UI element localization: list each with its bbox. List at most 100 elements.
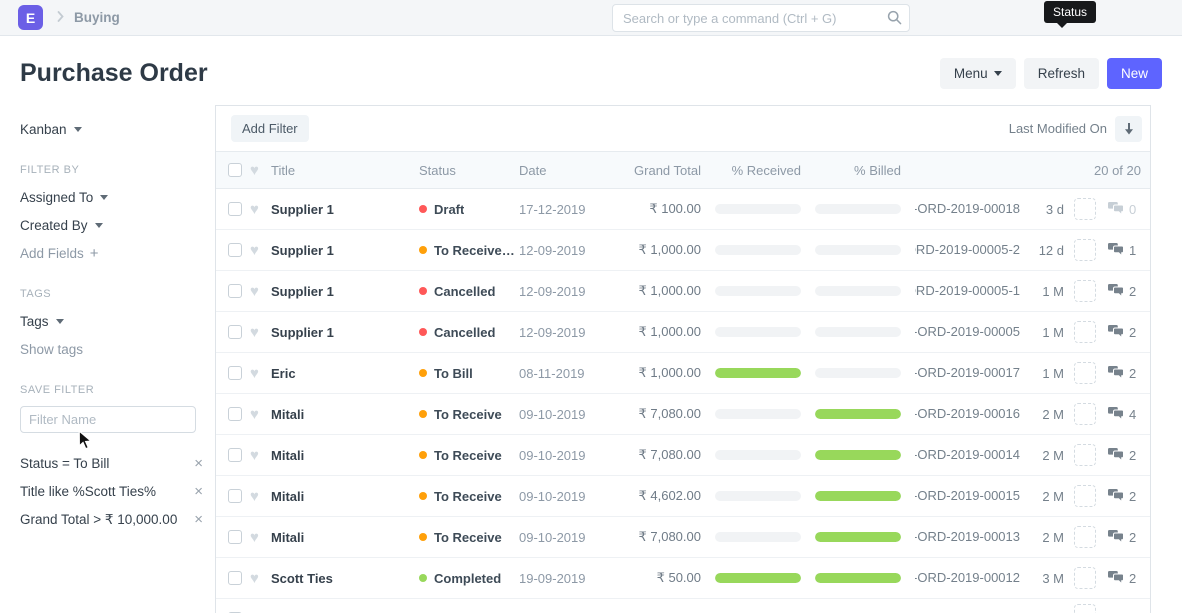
table-row[interactable]: ♥ Mitali To Receive 09-10-2019 ₹ 7,080.0… bbox=[216, 394, 1150, 435]
table-row[interactable]: ♥ Supplier 1 Cancelled 12-09-2019 ₹ 1,00… bbox=[216, 271, 1150, 312]
row-grand-total: ₹ 1,000.00 bbox=[619, 365, 701, 381]
row-date: 08-11-2019 bbox=[519, 366, 619, 381]
heart-icon[interactable]: ♥ bbox=[250, 530, 265, 545]
assign-box[interactable] bbox=[1074, 198, 1096, 220]
row-title[interactable]: Supplier 1 bbox=[271, 202, 419, 217]
row-title[interactable]: Mitali bbox=[271, 407, 419, 422]
row-checkbox[interactable] bbox=[228, 571, 242, 585]
row-checkbox[interactable] bbox=[228, 243, 242, 257]
table-row[interactable]: ♥ Mitali To Receive 09-10-2019 ₹ 7,080.0… bbox=[216, 517, 1150, 558]
row-title[interactable]: Supplier 1 bbox=[271, 284, 419, 299]
app-logo[interactable]: E bbox=[18, 5, 43, 30]
sidebar-item-assigned-to[interactable]: Assigned To bbox=[20, 186, 195, 208]
status-label: To Bill bbox=[434, 366, 473, 381]
comment-count[interactable]: 2 bbox=[1108, 489, 1136, 504]
assign-box[interactable] bbox=[1074, 321, 1096, 343]
filter-chip[interactable]: Status = To Bill× bbox=[20, 455, 203, 472]
assign-box[interactable] bbox=[1074, 403, 1096, 425]
comment-count[interactable]: 1 bbox=[1108, 243, 1136, 258]
sidebar-item-add-fields[interactable]: Add Fields + bbox=[20, 242, 195, 264]
heart-icon[interactable]: ♥ bbox=[250, 448, 265, 463]
comment-count[interactable]: 0 bbox=[1108, 202, 1136, 217]
row-grand-total: ₹ 7,080.00 bbox=[619, 406, 701, 422]
heart-icon[interactable]: ♥ bbox=[250, 407, 265, 422]
sidebar-item-show-tags[interactable]: Show tags bbox=[20, 338, 195, 360]
comment-count[interactable]: 2 bbox=[1108, 325, 1136, 340]
comment-count[interactable]: 2 bbox=[1108, 284, 1136, 299]
comment-count[interactable]: 2 bbox=[1108, 571, 1136, 586]
row-title[interactable]: Scott Ties bbox=[271, 571, 419, 586]
row-checkbox[interactable] bbox=[228, 448, 242, 462]
assign-box[interactable] bbox=[1074, 567, 1096, 589]
comment-count[interactable]: 2 bbox=[1108, 366, 1136, 381]
sort-direction-button[interactable] bbox=[1115, 116, 1142, 142]
comment-count[interactable]: 2 bbox=[1108, 448, 1136, 463]
sidebar-item-created-by[interactable]: Created By bbox=[20, 214, 195, 236]
assign-box[interactable] bbox=[1074, 485, 1096, 507]
row-title[interactable]: Mitali bbox=[271, 530, 419, 545]
heart-icon[interactable]: ♥ bbox=[250, 366, 265, 381]
heart-icon[interactable]: ♥ bbox=[250, 163, 265, 178]
row-title[interactable]: Supplier 1 bbox=[271, 243, 419, 258]
comment-count[interactable]: 2 bbox=[1108, 530, 1136, 545]
filter-chip[interactable]: Title like %Scott Ties%× bbox=[20, 483, 203, 500]
remove-filter-icon[interactable]: × bbox=[188, 511, 203, 528]
heart-icon[interactable]: ♥ bbox=[250, 325, 265, 340]
arrow-down-icon bbox=[1124, 123, 1134, 135]
sort-field-label[interactable]: Last Modified On bbox=[1009, 121, 1107, 136]
heart-icon[interactable]: ♥ bbox=[250, 202, 265, 217]
add-filter-button[interactable]: Add Filter bbox=[231, 115, 309, 142]
row-checkbox[interactable] bbox=[228, 325, 242, 339]
assign-box[interactable] bbox=[1074, 239, 1096, 261]
view-switcher-kanban[interactable]: Kanban bbox=[20, 118, 195, 140]
table-row[interactable]: ♥ Mitali To Receive 09-10-2019 ₹ 7,080.0… bbox=[216, 435, 1150, 476]
assign-box[interactable] bbox=[1074, 604, 1096, 613]
table-row[interactable]: ♥ Mitali To Receive 09-10-2019 ₹ 4,602.0… bbox=[216, 476, 1150, 517]
table-row[interactable]: ♥ Eric To Bill 08-11-2019 ₹ 1,000.00 PUR… bbox=[216, 353, 1150, 394]
table-row[interactable]: ♥ Supplier 1 Cancelled 12-09-2019 ₹ 1,00… bbox=[216, 312, 1150, 353]
table-row[interactable]: ♥ Supplier 1 To Receive and Bill 12-09-2… bbox=[216, 230, 1150, 271]
comment-count[interactable]: 4 bbox=[1108, 407, 1136, 422]
heart-icon[interactable]: ♥ bbox=[250, 284, 265, 299]
table-row[interactable]: ♥ Supplier 1 Draft 17-12-2019 ₹ 100.00 P… bbox=[216, 189, 1150, 230]
filter-chip[interactable]: Grand Total > ₹ 10,000.00× bbox=[20, 511, 203, 528]
assign-box[interactable] bbox=[1074, 444, 1096, 466]
comment-count-label: 2 bbox=[1129, 448, 1136, 463]
row-modified: 3 d bbox=[1020, 202, 1064, 217]
row-checkbox[interactable] bbox=[228, 202, 242, 216]
menu-button[interactable]: Menu bbox=[940, 58, 1016, 89]
filter-name-input[interactable] bbox=[20, 406, 196, 433]
assign-box[interactable] bbox=[1074, 280, 1096, 302]
received-progress bbox=[715, 409, 801, 419]
select-all-checkbox[interactable] bbox=[228, 163, 242, 177]
status-label: To Receive bbox=[434, 489, 502, 504]
navbar: E Buying A Settings Help bbox=[0, 0, 1182, 36]
comment-count-label: 2 bbox=[1129, 571, 1136, 586]
row-title[interactable]: Mitali bbox=[271, 489, 419, 504]
remove-filter-icon[interactable]: × bbox=[188, 483, 203, 500]
assign-box[interactable] bbox=[1074, 526, 1096, 548]
row-status: To Receive and Bill bbox=[419, 243, 519, 258]
refresh-button[interactable]: Refresh bbox=[1024, 58, 1099, 89]
row-date: 12-09-2019 bbox=[519, 243, 619, 258]
row-title[interactable]: Eric bbox=[271, 366, 419, 381]
heart-icon[interactable]: ♥ bbox=[250, 571, 265, 586]
new-button[interactable]: New bbox=[1107, 58, 1162, 89]
sidebar-item-tags[interactable]: Tags bbox=[20, 310, 195, 332]
row-checkbox[interactable] bbox=[228, 407, 242, 421]
row-title[interactable]: Mitali bbox=[271, 448, 419, 463]
heart-icon[interactable]: ♥ bbox=[250, 489, 265, 504]
search-input[interactable] bbox=[612, 4, 910, 32]
row-checkbox[interactable] bbox=[228, 489, 242, 503]
row-title[interactable]: Supplier 1 bbox=[271, 325, 419, 340]
heart-icon[interactable]: ♥ bbox=[250, 243, 265, 258]
search-icon[interactable] bbox=[887, 10, 902, 28]
remove-filter-icon[interactable]: × bbox=[188, 455, 203, 472]
table-row[interactable]: ♥ Scott Ties Completed 19-09-2019 ₹ 50.0… bbox=[216, 558, 1150, 599]
row-modified: 12 d bbox=[1020, 243, 1064, 258]
assign-box[interactable] bbox=[1074, 362, 1096, 384]
row-checkbox[interactable] bbox=[228, 366, 242, 380]
breadcrumb[interactable]: Buying bbox=[74, 10, 120, 25]
row-checkbox[interactable] bbox=[228, 530, 242, 544]
row-checkbox[interactable] bbox=[228, 284, 242, 298]
